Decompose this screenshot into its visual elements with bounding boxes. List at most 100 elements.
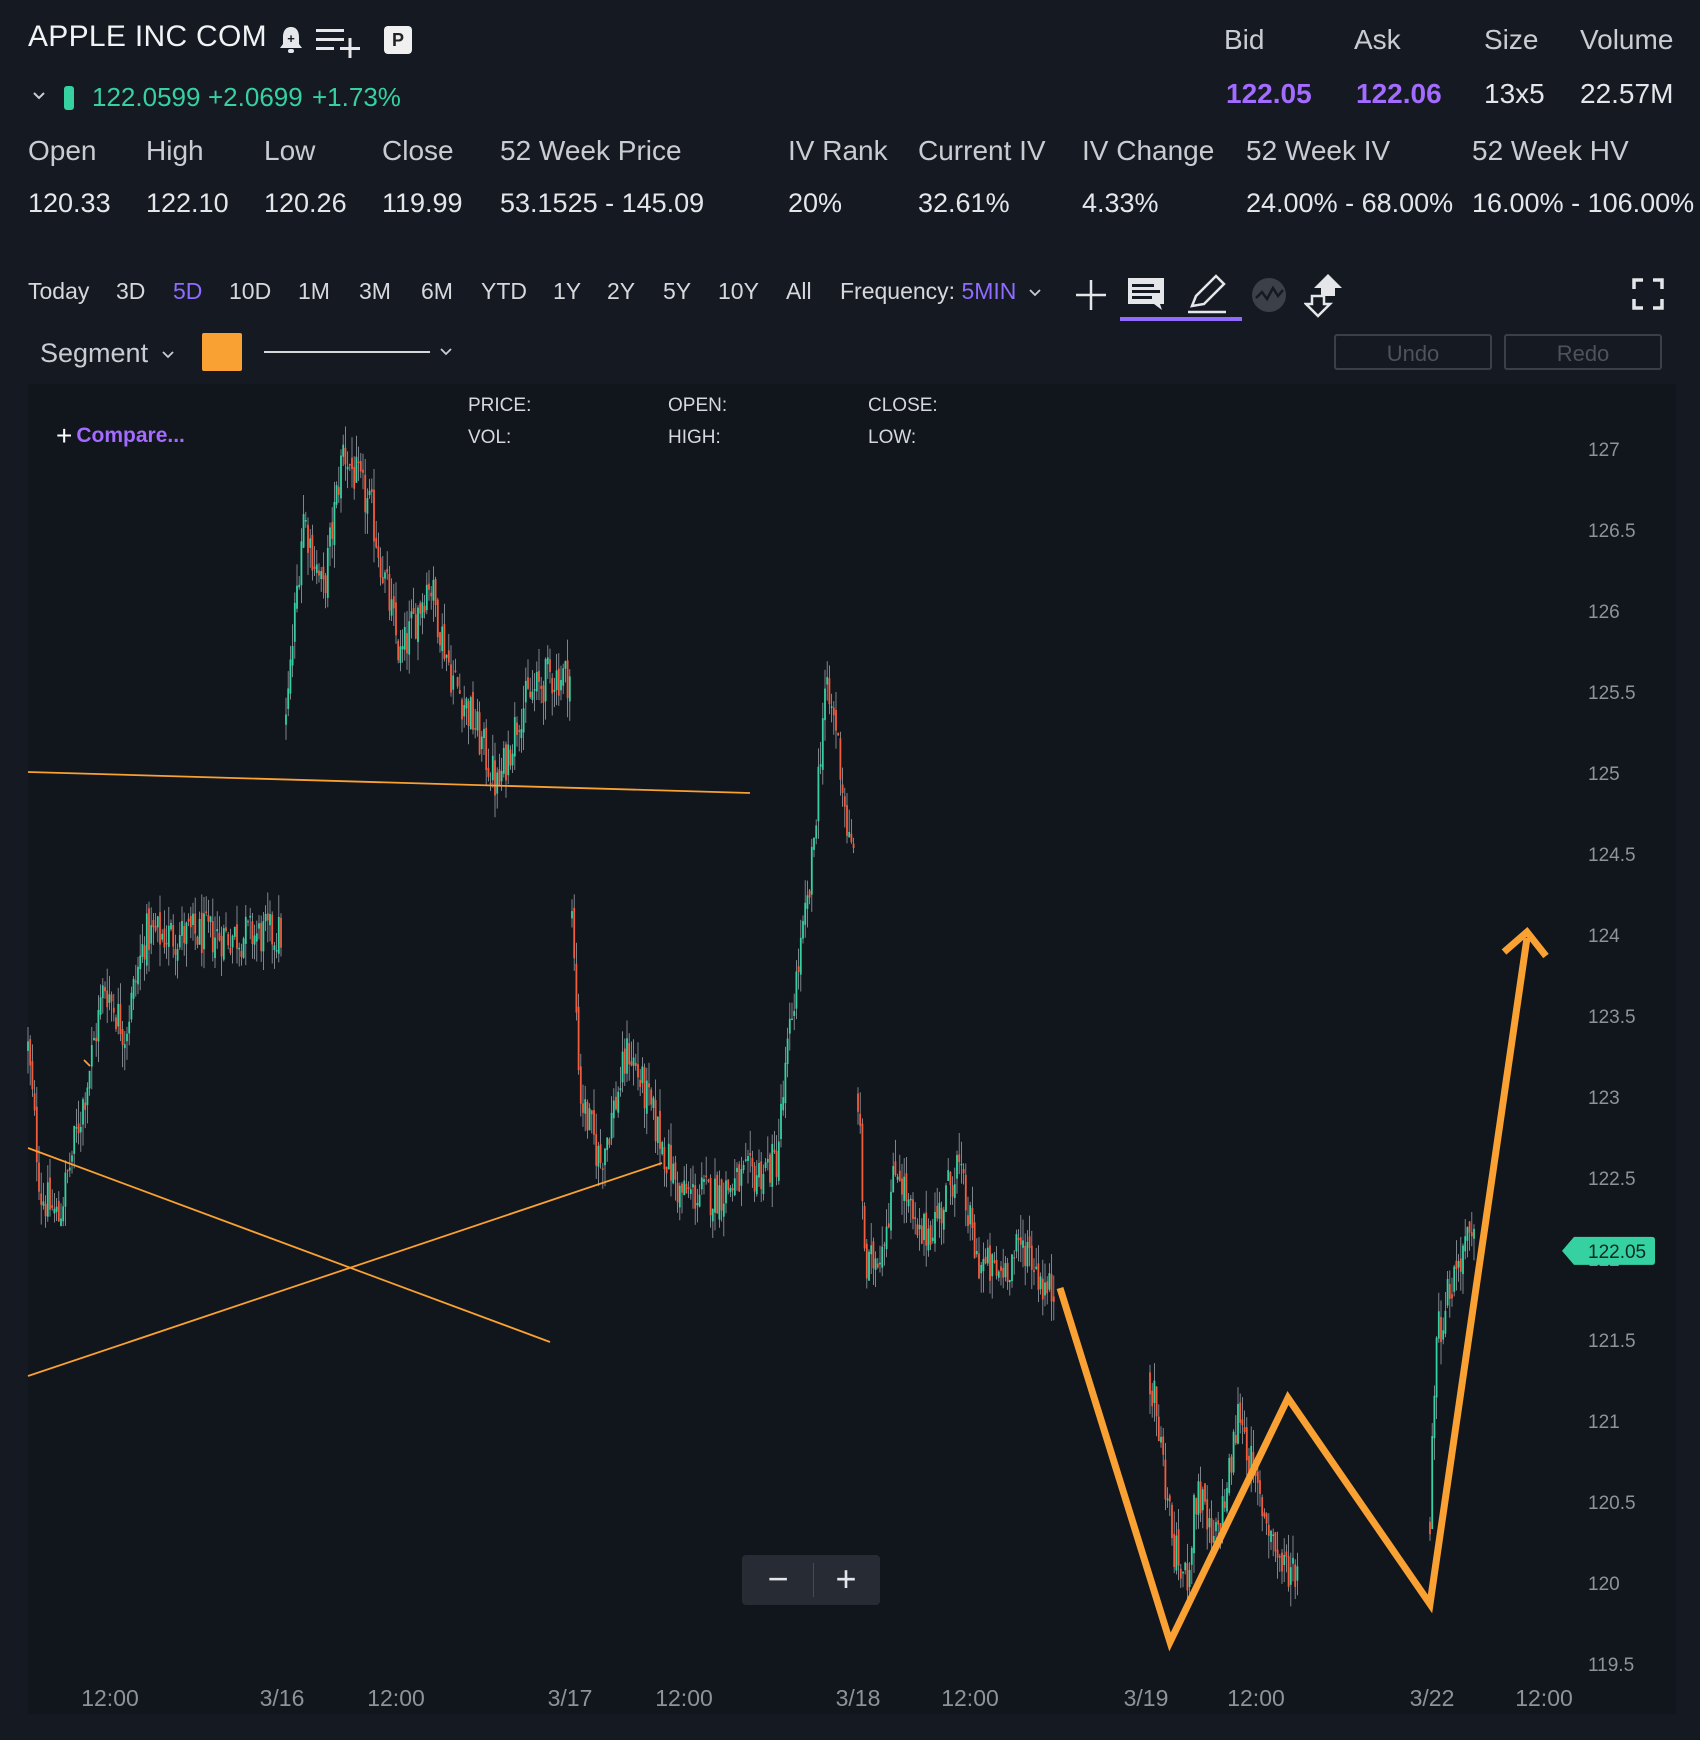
candle-body — [318, 570, 320, 576]
candle-body — [1048, 1273, 1051, 1290]
candle-body — [958, 1154, 961, 1163]
candle-body — [322, 566, 325, 580]
price-chart[interactable]: 127 126.5 126 125.5 125 124.5 124 123.5 123 122.5… — [0, 0, 1700, 1740]
candle-body — [557, 668, 560, 696]
zoom-out-button[interactable]: − — [758, 1555, 798, 1605]
candle-body — [1440, 1316, 1442, 1343]
candle-body — [511, 753, 514, 766]
candle-body — [824, 688, 826, 721]
candle-body — [1234, 1434, 1237, 1444]
candle-body — [1263, 1512, 1266, 1517]
candle-body — [465, 698, 468, 709]
candle-body — [461, 699, 463, 720]
candle-body — [696, 1202, 699, 1206]
candle-body — [700, 1177, 703, 1190]
candle-body — [984, 1256, 987, 1264]
y-tick-label: 126.5 — [1588, 521, 1636, 542]
candle-body — [542, 685, 545, 703]
candle-body — [626, 1038, 628, 1074]
candle-body — [742, 1164, 745, 1171]
candle-body — [744, 1159, 747, 1161]
candle-body — [920, 1225, 923, 1244]
info-price-label: PRICE: — [468, 395, 532, 416]
x-tick-label: 12:00 — [81, 1685, 139, 1711]
candle-body — [392, 596, 395, 609]
candle-body — [370, 488, 373, 492]
candle-body — [989, 1245, 991, 1281]
candle-body — [648, 1083, 650, 1088]
candle-body — [582, 1103, 584, 1113]
candle-body — [579, 1066, 582, 1104]
candle-body — [892, 1166, 895, 1193]
candle-body — [630, 1061, 633, 1066]
info-high-label: HIGH: — [668, 427, 721, 448]
candle-body — [529, 691, 532, 698]
candle-body — [469, 697, 472, 730]
candle-body — [634, 1062, 637, 1067]
candle-body — [298, 584, 301, 588]
candle-body — [971, 1208, 974, 1229]
candle-body — [368, 490, 371, 496]
candle-body — [1243, 1427, 1246, 1433]
y-tick-label: 124.5 — [1588, 845, 1636, 866]
candle-body — [755, 1175, 758, 1195]
user-drawings — [27, 771, 1549, 1652]
candle-body — [439, 632, 441, 646]
candle-body — [544, 659, 547, 702]
candle-body — [507, 744, 510, 776]
candle-body — [225, 927, 227, 931]
candle-body — [108, 994, 111, 1003]
candle-body — [434, 579, 437, 605]
candles — [27, 426, 1475, 1607]
candle-body — [1199, 1481, 1202, 1513]
candle-body — [716, 1174, 719, 1214]
candle-body — [839, 738, 842, 780]
candle-body — [993, 1260, 996, 1263]
candle-body — [472, 692, 474, 730]
candle-body — [348, 463, 351, 466]
candle-body — [410, 611, 413, 619]
candle-body — [300, 541, 303, 586]
info-vol-label: VOL: — [468, 427, 512, 448]
y-tick-label: 127 — [1588, 440, 1620, 461]
x-tick-label: 12:00 — [367, 1685, 425, 1711]
candle-body — [1296, 1566, 1299, 1581]
candle-body — [949, 1171, 952, 1186]
candle-body — [929, 1225, 932, 1245]
candle-body — [1237, 1404, 1239, 1444]
candle-body — [749, 1152, 752, 1156]
candle-body — [535, 671, 538, 692]
candle-body — [659, 1110, 661, 1149]
candle-body — [546, 657, 549, 665]
candle-body — [242, 938, 245, 958]
x-tick-label: 12:00 — [655, 1685, 713, 1711]
candle-body — [654, 1100, 657, 1142]
candle-body — [1230, 1456, 1233, 1473]
candle-body — [522, 708, 525, 733]
candle-body — [568, 676, 571, 702]
compare-button[interactable]: + Compare... — [56, 420, 185, 452]
candle-body — [777, 1141, 780, 1181]
candle-body — [253, 935, 256, 945]
candle-body — [736, 1167, 738, 1173]
y-tick-label: 123.5 — [1588, 1007, 1636, 1028]
candle-body — [320, 571, 323, 580]
candle-body — [1166, 1498, 1169, 1501]
candle-body — [762, 1173, 765, 1195]
candle-body — [802, 920, 804, 939]
candle-body — [1459, 1258, 1462, 1272]
candle-body — [560, 679, 562, 691]
candle-body — [553, 689, 556, 692]
candle-body — [123, 1044, 126, 1049]
candle-body — [1002, 1267, 1005, 1278]
candle-body — [161, 933, 164, 940]
zoom-in-button[interactable]: + — [826, 1555, 866, 1605]
candle-body — [1442, 1330, 1445, 1340]
candle-body — [588, 1108, 591, 1131]
candle-body — [678, 1185, 681, 1208]
candle-body — [641, 1066, 644, 1084]
info-close-label: CLOSE: — [868, 395, 938, 416]
plus-icon: + — [56, 420, 73, 451]
candle-body — [703, 1179, 705, 1182]
candle-body — [82, 1099, 84, 1125]
